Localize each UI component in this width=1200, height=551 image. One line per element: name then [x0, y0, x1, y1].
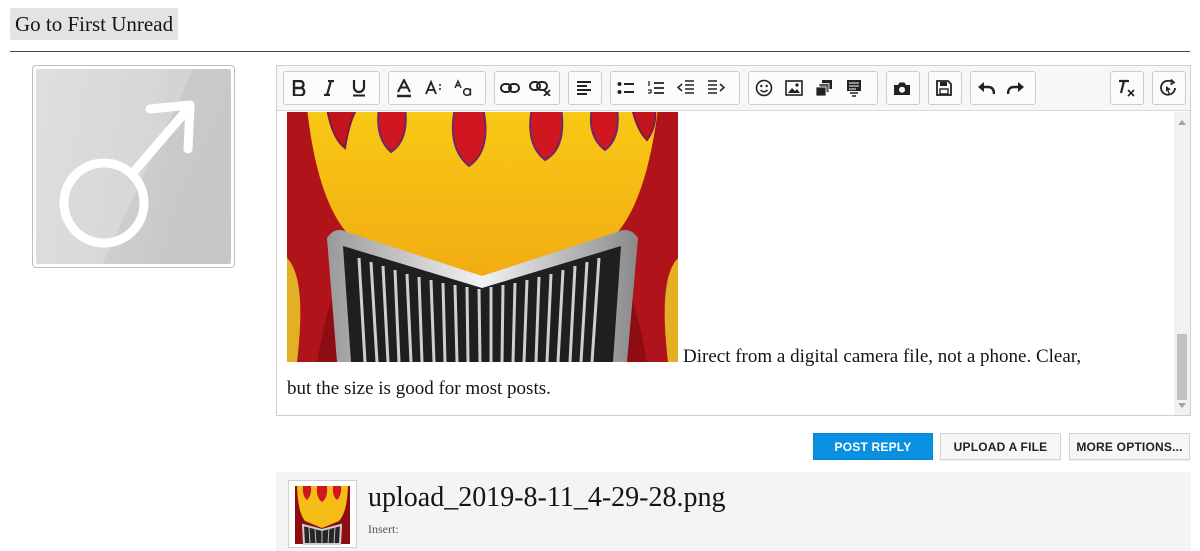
- scroll-down-icon[interactable]: [1178, 403, 1186, 408]
- media-icon[interactable]: [809, 72, 839, 104]
- smilie-icon[interactable]: [749, 72, 779, 104]
- upload-file-button[interactable]: Upload a File: [940, 433, 1061, 460]
- editor-text-line: but the size is good for most posts.: [287, 378, 551, 399]
- editor-scrollbar[interactable]: [1174, 112, 1190, 415]
- default-avatar-image: [36, 69, 231, 264]
- editor-text-line: Direct from a digital camera file, not a…: [683, 346, 1082, 367]
- redo-icon[interactable]: [1001, 72, 1031, 104]
- scroll-up-icon[interactable]: [1178, 120, 1186, 125]
- bold-icon[interactable]: [284, 72, 314, 104]
- toolbar-group-link: [494, 71, 560, 105]
- link-icon[interactable]: [495, 72, 525, 104]
- toolbar-group-font: [388, 71, 486, 105]
- toggle-bbcode-icon[interactable]: [1153, 72, 1183, 104]
- align-left-icon[interactable]: [569, 72, 599, 104]
- toolbar-group-camera: [886, 71, 920, 105]
- post-reply-button[interactable]: Post Reply: [813, 433, 933, 460]
- toolbar-group-lists: [610, 71, 740, 105]
- numbered-list-icon[interactable]: [641, 72, 671, 104]
- toolbar-group-remove-format: [1110, 71, 1144, 105]
- editor-content-area[interactable]: Direct from a digital camera file, not a…: [277, 112, 1174, 415]
- font-family-icon[interactable]: [449, 72, 479, 104]
- image-icon[interactable]: [779, 72, 809, 104]
- undo-icon[interactable]: [971, 72, 1001, 104]
- rich-text-editor[interactable]: Direct from a digital camera file, not a…: [276, 65, 1191, 416]
- avatar[interactable]: [32, 65, 235, 268]
- embedded-hot-rod-photo[interactable]: [287, 112, 678, 362]
- attachment-item: upload_2019-8-11_4-29-28.png Insert:: [276, 472, 1191, 551]
- toolbar-group-basic: [283, 71, 380, 105]
- remove-formatting-icon[interactable]: [1111, 72, 1141, 104]
- outdent-icon[interactable]: [671, 72, 701, 104]
- quote-icon[interactable]: [839, 72, 869, 104]
- indent-icon[interactable]: [701, 72, 731, 104]
- toolbar-group-history: [970, 71, 1036, 105]
- bulleted-list-icon[interactable]: [611, 72, 641, 104]
- text-color-icon[interactable]: [389, 72, 419, 104]
- toolbar-group-insert: [748, 71, 878, 105]
- font-size-icon[interactable]: [419, 72, 449, 104]
- more-options-button[interactable]: More Options...: [1069, 433, 1190, 460]
- toolbar-group-bbcode: [1152, 71, 1186, 105]
- scrollbar-thumb[interactable]: [1177, 334, 1187, 400]
- camera-icon[interactable]: [887, 72, 917, 104]
- attachment-insert-label: Insert:: [368, 522, 399, 536]
- divider: [10, 51, 1190, 52]
- editor-toolbar: [277, 66, 1190, 111]
- unlink-icon[interactable]: [525, 72, 555, 104]
- save-draft-icon[interactable]: [929, 72, 959, 104]
- attachment-filename: upload_2019-8-11_4-29-28.png: [368, 482, 726, 513]
- italic-icon[interactable]: [314, 72, 344, 104]
- go-to-first-unread-link[interactable]: Go to First Unread: [10, 8, 179, 40]
- underline-icon[interactable]: [344, 72, 374, 104]
- toolbar-group-align: [568, 71, 602, 105]
- attachment-thumbnail[interactable]: [288, 480, 357, 548]
- male-symbol-icon: [59, 100, 195, 248]
- toolbar-group-draft: [928, 71, 962, 105]
